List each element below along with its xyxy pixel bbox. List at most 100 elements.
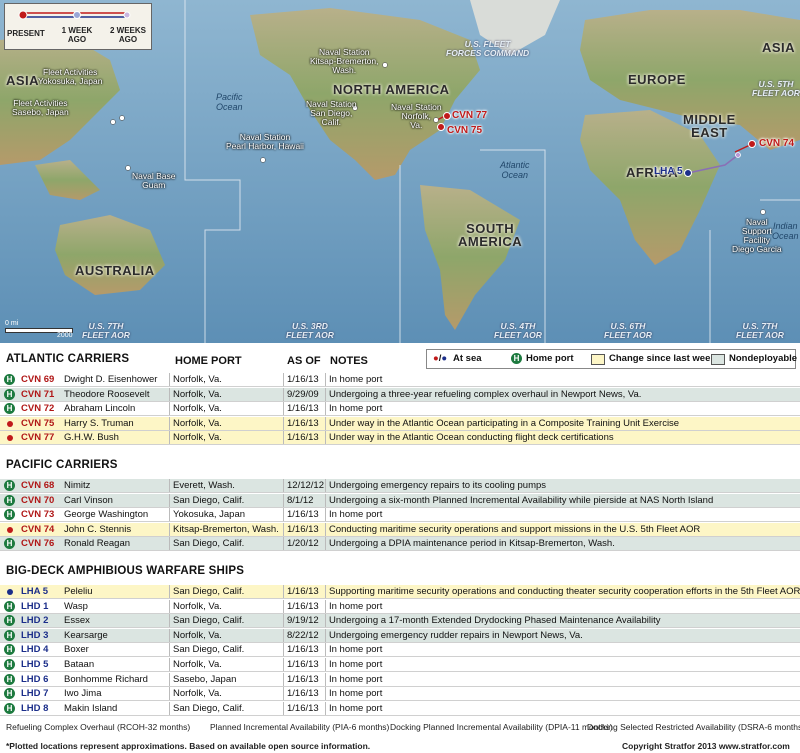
table-row: CVN 74 John C. Stennis Kitsap-Bremerton, W… — [0, 522, 800, 537]
cell-hull-number: CVN 69 — [21, 374, 55, 385]
cell-hull-number: CVN 76 — [21, 538, 55, 550]
cell-notes: Under way in the Atlantic Ocean particip… — [329, 417, 680, 429]
cell-ship-name: Kearsarge — [64, 629, 108, 641]
cell-as-of: 9/19/12 — [287, 615, 319, 627]
table-row: H CVN 73 George Washington Yokosuka, Japan 1… — [0, 508, 800, 523]
footer-copyright: Copyright Stratfor 2013 www.stratfor.com — [622, 741, 790, 751]
base-guam: Naval Base Guam — [132, 171, 176, 190]
world-map: PRESENT 1 WEEK AGO 2 WEEKS AGO ASIA ASIA… — [0, 0, 800, 343]
at-sea-icon — [7, 420, 13, 427]
cell-notes: Undergoing emergency rudder repairs in N… — [329, 629, 583, 641]
cell-notes: In home port — [329, 644, 383, 656]
cell-ship-name: Dwight D. Eisenhower — [64, 374, 158, 385]
cell-notes: Conducting maritime security operations … — [329, 523, 701, 535]
cell-as-of: 1/20/12 — [287, 538, 319, 550]
cell-as-of: 1/16/13 — [287, 673, 319, 685]
marker-lha5-1wk — [735, 152, 741, 158]
table-key: ●/● At sea H Home port Change since last… — [426, 349, 797, 369]
table-row: H LHD 3 Kearsarge Norfolk, Va. 8/22/12 Underg… — [0, 628, 800, 643]
cell-home-port: Norfolk, Va. — [173, 688, 222, 700]
region-asia-east: ASIA — [762, 40, 796, 55]
home-port-icon: H — [4, 480, 15, 491]
cell-as-of: 1/16/13 — [287, 403, 319, 415]
cell-notes: Undergoing emergency repairs to its cool… — [329, 480, 547, 491]
key-home-port: Home port — [526, 353, 574, 364]
cell-notes: In home port — [329, 403, 383, 415]
ship-label-cvn74: CVN 74 — [759, 138, 795, 149]
table-row: H CVN 72 Abraham Lincoln Norfolk, Va. 1/16/1… — [0, 402, 800, 417]
cell-ship-name: Boxer — [64, 644, 89, 656]
fleet-3rd: U.S. 3RD FLEET AOR — [286, 321, 334, 340]
cell-as-of: 1/16/13 — [287, 688, 319, 700]
cell-home-port: Kitsap-Bremerton, Wash. — [173, 523, 279, 535]
marker-lha5 — [684, 169, 692, 177]
marker-cvn77 — [443, 112, 451, 120]
cell-hull-number: LHD 5 — [21, 659, 49, 670]
cell-ship-name: Essex — [64, 615, 90, 627]
fleet-4th: U.S. 4TH FLEET AOR — [494, 321, 542, 340]
table-row: H CVN 69 Dwight D. Eisenhower Norfolk, Va. 1… — [0, 373, 800, 387]
cell-as-of: 9/29/09 — [287, 388, 319, 400]
cell-home-port: Norfolk, Va. — [173, 629, 222, 641]
footer-pia: Planned Incremental Availability (PIA-6 … — [210, 722, 390, 732]
cell-home-port: Norfolk, Va. — [173, 403, 222, 415]
home-port-icon: H — [4, 659, 15, 670]
cell-as-of: 12/12/12 — [287, 480, 324, 491]
fleet-forces-command: U.S. FLEET FORCES COMMAND — [446, 39, 530, 58]
cell-hull-number: LHD 3 — [21, 629, 49, 641]
table-row: H CVN 70 Carl Vinson San Diego, Calif. 8/1/1… — [0, 493, 800, 508]
home-port-icon: H — [511, 353, 522, 364]
cell-hull-number: CVN 77 — [21, 432, 55, 444]
base-diego-garcia: Naval Support Facility Diego Garcia — [732, 217, 782, 254]
cell-notes: In home port — [329, 702, 383, 714]
cell-home-port: Yokosuka, Japan — [173, 509, 246, 521]
region-north-america: NORTH AMERICA — [333, 82, 450, 97]
footer-plotted-note: *Plotted locations represent approximati… — [6, 741, 371, 751]
cell-home-port: San Diego, Calif. — [173, 644, 245, 656]
ship-label-cvn75: CVN 75 — [447, 125, 483, 136]
scale-zero: 0 mi — [5, 320, 19, 327]
footer-dpia: Docking Planned Incremental Availability… — [390, 722, 613, 732]
footer-dsra: Docking Selected Restricted Availability… — [587, 722, 800, 732]
cell-as-of: 1/16/13 — [287, 644, 319, 656]
footer: Refueling Complex Overhaul (RCOH-32 mont… — [0, 718, 800, 753]
region-europe: EUROPE — [628, 72, 686, 87]
base-sasebo: Fleet Activities Sasebo, Japan — [12, 98, 69, 117]
cell-as-of: 1/16/13 — [287, 374, 319, 385]
map-scale: 0 mi 2000 — [5, 320, 73, 339]
cell-ship-name: Carl Vinson — [64, 494, 113, 506]
cell-hull-number: LHD 1 — [21, 600, 49, 612]
cell-home-port: San Diego, Calif. — [173, 538, 245, 550]
cell-as-of: 8/22/12 — [287, 629, 319, 641]
cell-hull-number: LHA 5 — [21, 586, 49, 597]
cell-home-port: Norfolk, Va. — [173, 600, 222, 612]
ocean-atlantic: Atlantic Ocean — [500, 160, 530, 180]
cell-notes: Undergoing a six-month Planned Increment… — [329, 494, 714, 506]
cell-hull-number: LHD 4 — [21, 644, 49, 656]
cell-notes: Undergoing a 17-month Extended Drydockin… — [329, 615, 661, 627]
base-kitsap: Naval Station Kitsap-Bremerton, Wash. — [310, 47, 379, 75]
cell-ship-name: Harry S. Truman — [64, 417, 134, 429]
cell-ship-name: Wasp — [64, 600, 88, 612]
cell-as-of: 1/16/13 — [287, 659, 319, 670]
base-pearl-harbor: Naval Station Pearl Harbor, Hawaii — [226, 132, 304, 151]
ocean-pacific: Pacific Ocean — [216, 92, 243, 112]
cell-ship-name: John C. Stennis — [64, 523, 132, 535]
cell-notes: In home port — [329, 688, 383, 700]
cell-ship-name: G.H.W. Bush — [64, 432, 119, 444]
cell-ship-name: Iwo Jima — [64, 688, 102, 700]
section-title: BIG-DECK AMPHIBIOUS WARFARE SHIPS — [6, 565, 245, 577]
cell-as-of: 1/16/13 — [287, 600, 319, 612]
cell-hull-number: LHD 2 — [21, 615, 49, 627]
cell-as-of: 1/16/13 — [287, 432, 319, 444]
table-row: H LHD 2 Essex San Diego, Calif. 9/19/12 Under… — [0, 614, 800, 629]
fleet-5th: U.S. 5TH FLEET AOR — [752, 79, 800, 98]
cell-home-port: San Diego, Calif. — [173, 615, 245, 627]
cell-as-of: 1/16/13 — [287, 586, 319, 597]
column-header-home-port: HOME PORT — [175, 355, 242, 367]
table-row: H CVN 68 Nimitz Everett, Wash. 12/12/12 Under… — [0, 479, 800, 493]
legend-track-graphic — [18, 10, 131, 20]
base-yokosuka: Fleet Activities Yokosuka, Japan — [38, 67, 103, 86]
cell-hull-number: CVN 72 — [21, 403, 55, 415]
table-row: H LHD 1 Wasp Norfolk, Va. 1/16/13 In home por… — [0, 599, 800, 614]
